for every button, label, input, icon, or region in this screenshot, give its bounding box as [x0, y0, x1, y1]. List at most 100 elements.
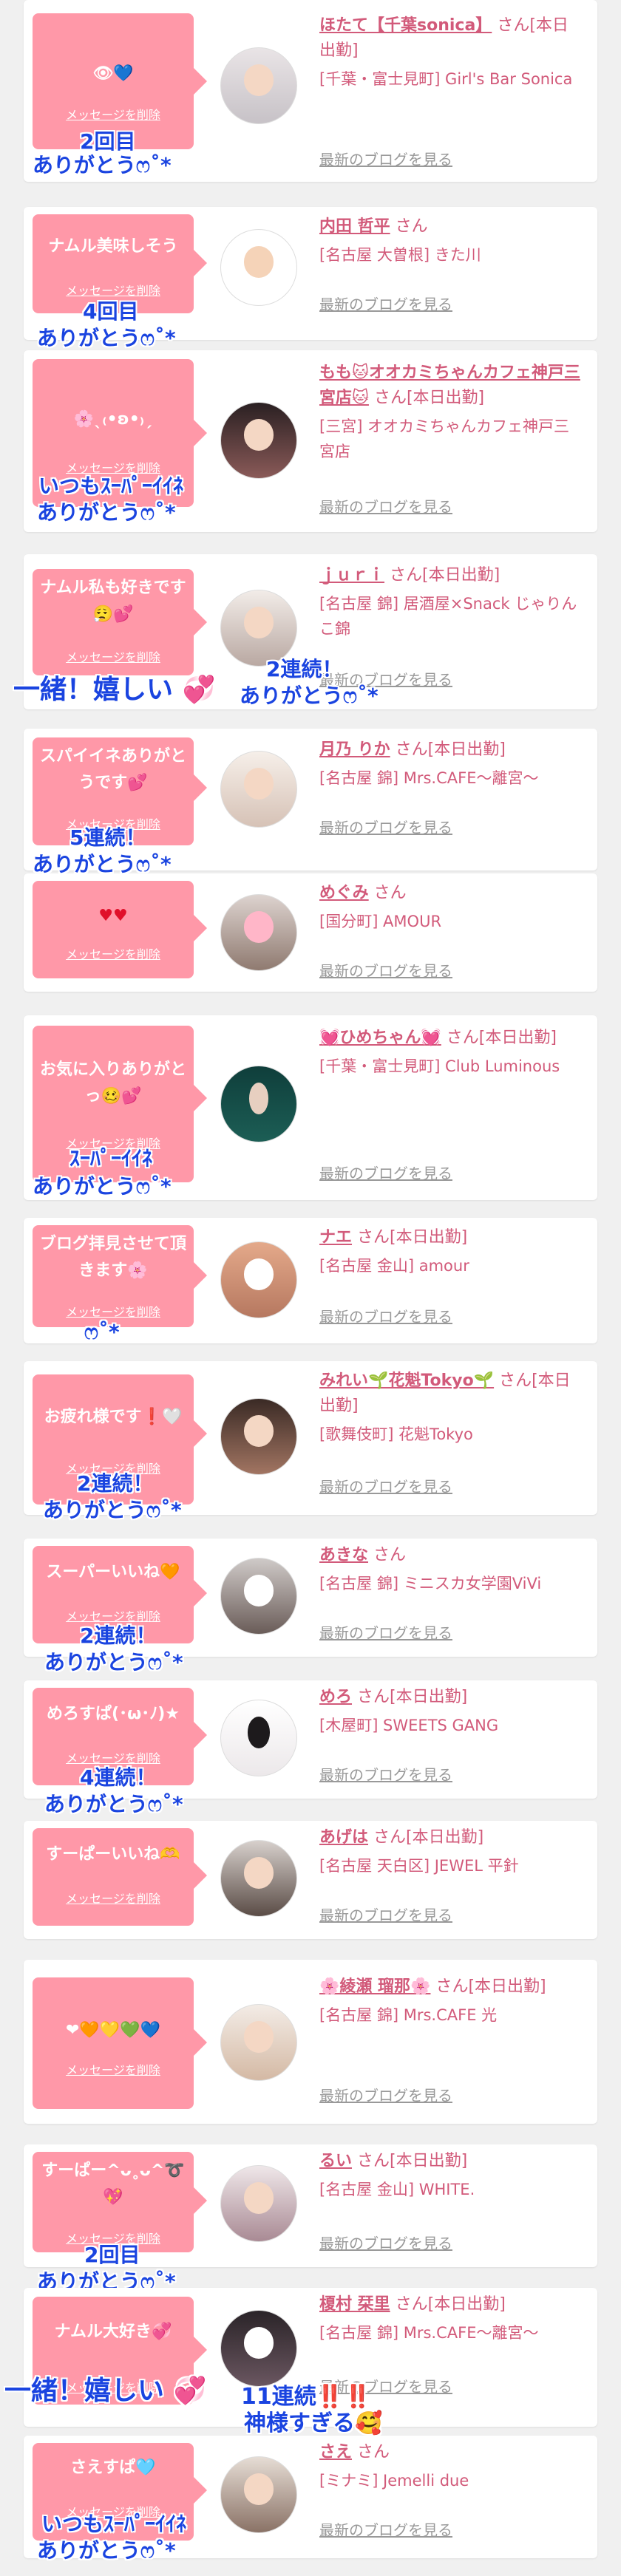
- annotation-text: 2連続！: [80, 1623, 157, 1648]
- message-text: ♥♥: [98, 907, 128, 925]
- message-text: さえすぱ🩵: [70, 2459, 156, 2477]
- annotation-text: 神様すぎる🥰: [244, 2410, 383, 2436]
- sender-name-link[interactable]: ｊｕｒｉ: [319, 566, 384, 585]
- latest-blog-link[interactable]: 最新のブログを見る: [319, 1162, 452, 1183]
- sender-suffix: さん[本日出勤]: [390, 566, 500, 585]
- shop-info: [名古屋 錦] Mrs.CAFE 光: [319, 2006, 498, 2024]
- message-text: ナムル美味しそう: [48, 237, 178, 256]
- shop-info: [名古屋 錦] Mrs.CAFE〜離宮〜: [319, 769, 539, 787]
- sender-name-link[interactable]: さえ: [319, 2443, 352, 2461]
- latest-blog-link[interactable]: 最新のブログを見る: [319, 148, 452, 169]
- avatar[interactable]: [220, 1840, 297, 1917]
- shop-info: [名古屋 錦] Mrs.CAFE〜離宮〜: [319, 2324, 539, 2342]
- sender-name-link[interactable]: 月乃 りか: [319, 740, 390, 759]
- message-text: 👁💙: [92, 64, 134, 83]
- message-text: お疲れ様です❗🤍: [44, 1408, 183, 1426]
- sender-name-link[interactable]: ナエ: [319, 1228, 352, 1247]
- message-bubble: ブログ拝見させて頂きます🌸 メッセージを削除: [33, 1225, 207, 1327]
- shop-info: [名古屋 大曽根] きた川: [319, 246, 481, 264]
- delete-message-link[interactable]: メッセージを削除: [33, 1302, 194, 1320]
- latest-blog-link[interactable]: 最新のブログを見る: [319, 1621, 452, 1643]
- message-text: スパイイネありがとうです💕: [39, 747, 186, 792]
- delete-message-link[interactable]: メッセージを削除: [33, 647, 194, 665]
- message-bubble: ♥♥ メッセージを削除: [33, 881, 207, 978]
- delete-message-link[interactable]: メッセージを削除: [33, 2060, 194, 2078]
- avatar[interactable]: [220, 402, 297, 479]
- avatar[interactable]: [220, 2456, 297, 2533]
- message-text: スーパーいいね🧡: [46, 1563, 180, 1581]
- latest-blog-link[interactable]: 最新のブログを見る: [319, 1475, 452, 1496]
- delete-message-link[interactable]: メッセージを削除: [33, 944, 194, 962]
- shop-info: [名古屋 天白区] JEWEL 平針: [319, 1857, 519, 1875]
- avatar[interactable]: [220, 1558, 297, 1635]
- avatar[interactable]: [220, 1398, 297, 1475]
- avatar[interactable]: [220, 1066, 297, 1142]
- message-text: ブログ拝見させて頂きます🌸: [39, 1235, 186, 1280]
- latest-blog-link[interactable]: 最新のブログを見る: [319, 2084, 452, 2105]
- annotation-text: 2連続！: [266, 657, 343, 681]
- shop-info: [名古屋 錦] 居酒屋×Snack じゃりんこ錦: [319, 595, 577, 638]
- sender-name-link[interactable]: あげは: [319, 1828, 368, 1847]
- sender-suffix: さん: [373, 1546, 407, 1564]
- delete-message-link[interactable]: メッセージを削除: [33, 105, 194, 123]
- avatar[interactable]: [220, 894, 297, 971]
- avatar[interactable]: [220, 2310, 297, 2387]
- sender-suffix: さん[本日出勤]: [435, 1977, 546, 1996]
- annotation-text: ありがとうෆ˚*: [37, 2538, 176, 2563]
- annotation-text: ｽｰﾊﾟｰｲｲﾈ: [69, 1146, 153, 1171]
- avatar[interactable]: [220, 751, 297, 828]
- avatar[interactable]: [220, 47, 297, 124]
- sender-name-link[interactable]: めろ: [319, 1688, 352, 1706]
- latest-blog-link[interactable]: 最新のブログを見る: [319, 2232, 452, 2253]
- latest-blog-link[interactable]: 最新のブログを見る: [319, 1904, 452, 1925]
- annotation-text: 2回目: [84, 2243, 140, 2267]
- message-text: ナムル大好き💞: [54, 2323, 172, 2341]
- message-text: お気に入りありがとっ🥴💕: [39, 1060, 186, 1105]
- sender-name-link[interactable]: めぐみ: [319, 884, 369, 902]
- latest-blog-link[interactable]: 最新のブログを見る: [319, 816, 452, 837]
- latest-blog-link[interactable]: 最新のブログを見る: [319, 293, 452, 314]
- avatar[interactable]: [220, 1241, 297, 1318]
- latest-blog-link[interactable]: 最新のブログを見る: [319, 2518, 452, 2540]
- message-bubble: すーぱーいいね🫶 メッセージを削除: [33, 1828, 207, 1926]
- sender-name-link[interactable]: みれい🌱花魁Tokyo🌱: [319, 1372, 494, 1390]
- latest-blog-link[interactable]: 最新のブログを見る: [319, 1305, 452, 1326]
- sender-name-link[interactable]: るい: [319, 2152, 352, 2170]
- annotation-text: ありがとうෆ˚*: [37, 500, 176, 525]
- sender-name-link[interactable]: 榎村 栞里: [319, 2295, 390, 2314]
- annotation-text: 4回目: [83, 299, 139, 324]
- sender-name-link[interactable]: 内田 哲平: [319, 217, 390, 236]
- message-text: ナムル私も好きです😮‍💨💕: [40, 579, 186, 624]
- shop-info: [名古屋 金山] WHITE.: [319, 2181, 475, 2198]
- shop-info: [歌舞伎町] 花魁Tokyo: [319, 1425, 473, 1443]
- delete-message-link[interactable]: メッセージを削除: [33, 1889, 194, 1907]
- sender-name-link[interactable]: 🌸綾瀬 瑠那🌸: [319, 1977, 430, 1996]
- avatar[interactable]: [220, 1700, 297, 1776]
- annotation-text: ありがとうෆ˚*: [44, 1650, 183, 1674]
- sender-suffix: さん[本日出勤]: [357, 1228, 468, 1247]
- annotation-text: いつもｽｰﾊﾟｰｲｲﾈ: [38, 474, 184, 498]
- avatar[interactable]: [220, 2165, 297, 2242]
- sender-suffix: さん[本日出勤]: [373, 389, 485, 407]
- avatar[interactable]: [220, 229, 297, 306]
- annotation-text: いつもｽｰﾊﾟｰｲｲﾈ: [41, 2512, 187, 2536]
- sender-name-link[interactable]: ほたて【千葉sonica】: [319, 16, 492, 35]
- annotation-text: ありがとうෆ˚*: [44, 1792, 183, 1816]
- sender-suffix: さん: [373, 884, 407, 902]
- sender-name-link[interactable]: あきな: [319, 1546, 368, 1564]
- annotation-text: 一緒！嬉しい 💞: [4, 2376, 207, 2406]
- sender-name-link[interactable]: 💓ひめちゃん💓: [319, 1029, 441, 1047]
- latest-blog-link[interactable]: 最新のブログを見る: [319, 1763, 452, 1785]
- shop-info: [国分町] AMOUR: [319, 913, 442, 930]
- annotation-text: ෆ˚*: [84, 1320, 120, 1344]
- avatar[interactable]: [220, 2004, 297, 2081]
- latest-blog-link[interactable]: 最新のブログを見る: [319, 959, 452, 981]
- sender-suffix: さん[本日出勤]: [446, 1029, 557, 1047]
- annotation-text: ありがとうෆ˚*: [240, 684, 379, 708]
- sender-suffix: さん: [357, 2443, 390, 2461]
- message-text: めろすぱ(･ω･ﾉ)★: [47, 1705, 180, 1723]
- message-card: すーぱーいいね🫶 メッセージを削除 あげは さん[本日出勤] [名古屋 天白区]…: [24, 1821, 597, 1939]
- annotation-text: ありがとうෆ˚*: [37, 326, 176, 350]
- annotation-text: ありがとうෆ˚*: [33, 1174, 172, 1199]
- latest-blog-link[interactable]: 最新のブログを見る: [319, 495, 452, 517]
